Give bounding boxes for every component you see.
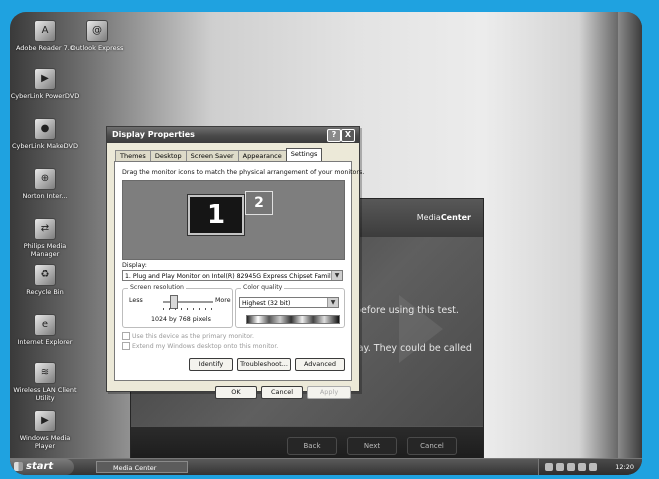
display-label: Display: bbox=[122, 262, 147, 269]
recycle-bin-icon: ♻ bbox=[34, 264, 56, 286]
dialog-title: Display Properties bbox=[112, 130, 195, 139]
monitor-2-icon[interactable]: 2 bbox=[245, 191, 273, 215]
back-button[interactable]: Back bbox=[287, 437, 337, 455]
resolution-slider-ticks bbox=[163, 308, 213, 310]
media-center-text-2: lay. They could be called bbox=[355, 343, 472, 354]
troubleshoot-button[interactable]: Troubleshoot... bbox=[237, 358, 291, 371]
system-tray: 12:20 bbox=[538, 459, 642, 475]
tab-settings[interactable]: Settings bbox=[285, 148, 323, 162]
extend-desktop-checkbox[interactable]: Extend my Windows desktop onto this moni… bbox=[122, 342, 278, 350]
desktop-icon-label: Windows Media Player bbox=[19, 434, 71, 450]
color-quality-select[interactable]: Highest (32 bit) ▼ bbox=[239, 297, 339, 308]
primary-monitor-label: Use this device as the primary monitor. bbox=[132, 333, 254, 340]
desktop-icon-label: Recycle Bin bbox=[26, 288, 64, 296]
resolution-less-label: Less bbox=[129, 297, 143, 304]
start-button[interactable]: start bbox=[10, 459, 74, 475]
next-button[interactable]: Next bbox=[347, 437, 397, 455]
security-icon[interactable] bbox=[578, 463, 586, 471]
desktop-icon-media-player[interactable]: ▶ Windows Media Player bbox=[10, 410, 80, 450]
desktop-icon-norton[interactable]: ⊕ Norton Inter... bbox=[10, 168, 80, 200]
cancel-button[interactable]: Cancel bbox=[261, 386, 303, 399]
checkbox-box bbox=[122, 342, 130, 350]
outlook-express-icon: @ bbox=[86, 20, 108, 42]
color-quality-label: Color quality bbox=[241, 284, 285, 291]
desktop-icon-label: Norton Inter... bbox=[22, 192, 68, 200]
screen-resolution-label: Screen resolution bbox=[128, 284, 186, 291]
monitor-1-icon[interactable]: 1 bbox=[187, 194, 245, 236]
desktop-icon-label: CyberLink MakeDVD bbox=[11, 142, 79, 150]
chevron-down-icon: ▼ bbox=[331, 271, 342, 280]
norton-icon: ⊕ bbox=[34, 168, 56, 190]
screen-edge bbox=[618, 12, 642, 475]
display-select[interactable]: 1. Plug and Play Monitor on Intel(R) 829… bbox=[122, 270, 343, 281]
display-properties-dialog: Display Properties ? X Themes Desktop Sc… bbox=[106, 126, 364, 399]
internet-explorer-icon: e bbox=[34, 314, 56, 336]
screen-resolution-group: Screen resolution Less More 1024 by 768 … bbox=[122, 284, 233, 328]
makedvd-icon: ● bbox=[34, 118, 56, 140]
checkbox-box bbox=[122, 332, 130, 340]
close-button[interactable]: X bbox=[341, 129, 355, 142]
desktop-icon-outlook-express[interactable]: @ Outlook Express bbox=[62, 20, 132, 52]
ok-button[interactable]: OK bbox=[215, 386, 257, 399]
clock: 12:20 bbox=[615, 463, 634, 471]
display-select-value: 1. Plug and Play Monitor on Intel(R) 829… bbox=[125, 273, 335, 280]
desktop-icon-makedvd[interactable]: ● CyberLink MakeDVD bbox=[10, 118, 80, 150]
media-center-logo: MediaCenter bbox=[417, 213, 471, 222]
logo-prefix: Media bbox=[416, 213, 441, 222]
tray-icons bbox=[545, 463, 601, 471]
desktop-icon-label: Philips Media Manager bbox=[23, 242, 67, 258]
logo-bold: Center bbox=[440, 213, 471, 222]
color-quality-group: Color quality Highest (32 bit) ▼ bbox=[235, 284, 345, 328]
windows-flag-icon bbox=[14, 462, 23, 471]
settings-panel: Drag the monitor icons to match the phys… bbox=[114, 161, 364, 381]
dialog-title-bar[interactable]: Display Properties ? X bbox=[107, 127, 359, 143]
color-sample-bar bbox=[246, 315, 340, 324]
monitor-arrangement-area: 1 2 bbox=[122, 180, 345, 260]
primary-monitor-checkbox[interactable]: Use this device as the primary monitor. bbox=[122, 332, 254, 340]
resolution-slider-thumb[interactable] bbox=[170, 295, 178, 309]
taskbar-item-media-center[interactable]: Media Center bbox=[96, 461, 188, 473]
chevron-down-icon: ▼ bbox=[327, 298, 338, 307]
desktop-icon-wireless-lan[interactable]: ≋ Wireless LAN Client Utility bbox=[10, 362, 80, 402]
color-quality-value: Highest (32 bit) bbox=[242, 300, 291, 307]
taskbar: start Media Center 12:20 bbox=[10, 458, 642, 475]
adobe-reader-icon: A bbox=[34, 20, 56, 42]
media-center-cancel-button[interactable]: Cancel bbox=[407, 437, 457, 455]
wireless-icon[interactable] bbox=[567, 463, 575, 471]
network-icon[interactable] bbox=[556, 463, 564, 471]
wireless-lan-icon: ≋ bbox=[34, 362, 56, 384]
start-label: start bbox=[26, 461, 54, 472]
volume-icon[interactable] bbox=[545, 463, 553, 471]
desktop-icon-label: Outlook Express bbox=[70, 44, 124, 52]
display-icon[interactable] bbox=[589, 463, 597, 471]
resolution-more-label: More bbox=[215, 297, 231, 304]
identify-button[interactable]: Identify bbox=[189, 358, 233, 371]
device-bezel: A Adobe Reader 7.0 @ Outlook Express ▶ C… bbox=[0, 0, 659, 479]
desktop-icon-label: Wireless LAN Client Utility bbox=[13, 386, 77, 402]
desktop-icon-internet-explorer[interactable]: e Internet Explorer bbox=[10, 314, 80, 346]
desktop-screen: A Adobe Reader 7.0 @ Outlook Express ▶ C… bbox=[10, 12, 642, 475]
resolution-value: 1024 by 768 pixels bbox=[151, 316, 211, 323]
powerdvd-icon: ▶ bbox=[34, 68, 56, 90]
taskbar-item-label: Media Center bbox=[113, 464, 157, 472]
media-center-text-1: before using this test. bbox=[355, 305, 459, 316]
advanced-button[interactable]: Advanced bbox=[295, 358, 345, 371]
media-manager-icon: ⇄ bbox=[34, 218, 56, 240]
apply-button[interactable]: Apply bbox=[307, 386, 351, 399]
desktop-icon-label: Internet Explorer bbox=[17, 338, 73, 346]
desktop-icon-label: CyberLink PowerDVD bbox=[10, 92, 80, 100]
desktop-icon-recycle-bin[interactable]: ♻ Recycle Bin bbox=[10, 264, 80, 296]
desktop-icon-media-manager[interactable]: ⇄ Philips Media Manager bbox=[10, 218, 80, 258]
help-button[interactable]: ? bbox=[327, 129, 341, 142]
media-player-icon: ▶ bbox=[34, 410, 56, 432]
instruction-text: Drag the monitor icons to match the phys… bbox=[122, 169, 365, 176]
desktop-icon-powerdvd[interactable]: ▶ CyberLink PowerDVD bbox=[10, 68, 80, 100]
extend-desktop-label: Extend my Windows desktop onto this moni… bbox=[132, 343, 279, 350]
